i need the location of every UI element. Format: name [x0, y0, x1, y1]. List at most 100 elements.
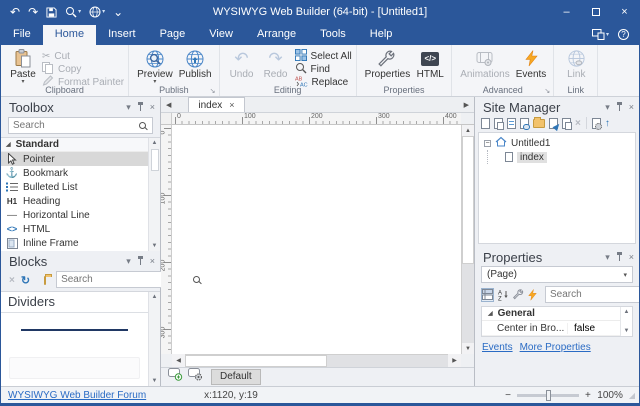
copy-button[interactable]: Copy	[42, 61, 124, 75]
properties-search-input[interactable]	[550, 289, 639, 300]
toolbox-item-inline-frame[interactable]: Inline Frame	[1, 236, 148, 250]
delete-page-icon[interactable]: ×	[575, 118, 581, 129]
zoom-slider-thumb[interactable]	[545, 389, 551, 401]
toolbox-item-pointer[interactable]: Pointer	[1, 152, 148, 166]
zoom-slider[interactable]	[517, 389, 579, 401]
tab-scroll-left-icon[interactable]: ◀	[164, 101, 173, 112]
scroll-right-icon[interactable]: ▶	[448, 354, 461, 367]
toolbox-category-standard[interactable]: ◢ Standard	[1, 138, 148, 152]
minimize-button[interactable]: –	[552, 1, 581, 23]
design-canvas[interactable]	[172, 125, 461, 354]
properties-pin-icon[interactable]	[616, 251, 622, 261]
save-icon[interactable]	[46, 6, 57, 18]
close-button[interactable]: ×	[610, 1, 639, 23]
toolbox-menu-icon[interactable]: ▾	[126, 103, 131, 112]
blocks-menu-icon[interactable]: ▾	[126, 257, 131, 266]
undo-button[interactable]: ↶ Undo	[225, 47, 259, 80]
site-manager-pin-icon[interactable]	[616, 101, 622, 111]
blocks-folder-icon[interactable]	[44, 274, 53, 285]
move-up-icon[interactable]: ↑	[605, 118, 610, 129]
advanced-dialog-launcher-icon[interactable]: ↘	[544, 87, 550, 95]
canvas-horizontal-scrollbar[interactable]: ◀ ▶	[161, 354, 474, 367]
more-properties-link[interactable]: More Properties	[520, 342, 591, 353]
wrench-icon[interactable]	[513, 288, 524, 302]
blocks-close-icon[interactable]: ×	[150, 257, 155, 266]
toolbox-search-input[interactable]	[13, 120, 139, 131]
master-page-icon[interactable]	[507, 117, 516, 129]
preview-icon[interactable]: ▾	[65, 6, 81, 18]
select-all-button[interactable]: Select All	[294, 48, 352, 62]
tab-close-icon[interactable]: ×	[229, 100, 234, 110]
new-sub-page-icon[interactable]	[494, 117, 504, 130]
toolbox-item-bulleted-list[interactable]: Bulleted List	[1, 180, 148, 194]
scroll-left-icon[interactable]: ◀	[172, 354, 185, 367]
scroll-up-icon[interactable]: ▲	[462, 125, 474, 136]
link-button[interactable]: Link	[559, 47, 593, 80]
toolbox-scrollbar[interactable]: ▲ ▼	[148, 138, 160, 251]
maximize-button[interactable]	[581, 1, 610, 23]
tree-item-index[interactable]: index	[479, 150, 635, 164]
publish-icon[interactable]: ▾	[89, 6, 105, 18]
blocks-category-dividers[interactable]: Dividers	[1, 292, 148, 313]
toolbox-item-heading[interactable]: H1 Heading	[1, 194, 148, 208]
help-icon[interactable]: ?	[618, 28, 629, 40]
events-link[interactable]: Events	[482, 342, 513, 353]
toolbox-item-horizontal-line[interactable]: — Horizontal Line	[1, 208, 148, 222]
toolbox-item-html[interactable]: <> HTML	[1, 222, 148, 236]
redo-icon[interactable]: ↷	[28, 6, 38, 18]
toolbox-pin-icon[interactable]	[137, 101, 143, 111]
resize-grip-icon[interactable]: ◢	[629, 391, 635, 400]
blocks-pin-icon[interactable]	[137, 255, 143, 265]
publish-button[interactable]: Publish	[176, 47, 215, 80]
tab-file[interactable]: File	[1, 25, 43, 45]
categorized-view-icon[interactable]	[481, 287, 494, 302]
paste-button[interactable]: Paste ▾	[6, 47, 40, 85]
zoom-out-button[interactable]: −	[505, 390, 511, 401]
scroll-up-icon[interactable]: ▲	[152, 140, 158, 146]
forum-link[interactable]: WYSIWYG Web Builder Forum	[1, 390, 146, 401]
alphabetical-sort-icon[interactable]: AZ	[498, 288, 509, 302]
scroll-thumb[interactable]	[462, 136, 474, 265]
tree-item-root[interactable]: − Untitled1	[479, 136, 635, 150]
tab-scroll-right-icon[interactable]: ▶	[462, 101, 471, 112]
tab-home[interactable]: Home	[42, 25, 97, 45]
scroll-down-icon[interactable]: ▼	[152, 243, 158, 249]
edit-page-icon[interactable]	[549, 117, 558, 129]
publish-dropdown-icon[interactable]: ▾	[102, 9, 105, 15]
properties-scrollbar[interactable]: ▲ ▼	[620, 307, 632, 336]
blocks-refresh-icon[interactable]: ↻	[21, 274, 30, 287]
tab-view[interactable]: View	[197, 25, 245, 45]
scroll-up-icon[interactable]: ▲	[624, 309, 630, 315]
scroll-down-icon[interactable]: ▼	[152, 378, 158, 384]
site-manager-menu-icon[interactable]: ▾	[605, 103, 610, 112]
customize-toolbar-icon[interactable]: ⌄	[113, 6, 123, 18]
scroll-thumb[interactable]	[185, 355, 328, 367]
blocks-scrollbar[interactable]: ▲ ▼	[148, 292, 160, 386]
animations-button[interactable]: Animations	[457, 47, 512, 80]
collapse-box-icon[interactable]: −	[484, 139, 491, 147]
blocks-clear-icon[interactable]: ×	[9, 275, 15, 286]
html-button[interactable]: </> HTML	[413, 47, 447, 80]
responsive-dropdown-icon[interactable]: ▾	[606, 31, 609, 38]
properties-button[interactable]: Properties	[362, 47, 414, 80]
scroll-down-icon[interactable]: ▼	[624, 328, 630, 334]
clone-page-icon[interactable]	[562, 117, 572, 130]
page-tab-index[interactable]: index ×	[188, 97, 245, 112]
section-general[interactable]: ◢ General	[482, 307, 620, 321]
responsive-preview-icon[interactable]: ▾	[591, 28, 609, 40]
redo-button[interactable]: ↷ Redo	[259, 47, 293, 80]
tab-insert[interactable]: Insert	[96, 25, 148, 45]
preview-button[interactable]: Preview ▾	[134, 47, 176, 85]
divider-block-preview[interactable]	[21, 329, 128, 331]
manage-breakpoints-icon[interactable]	[188, 368, 203, 386]
scroll-thumb[interactable]	[151, 149, 159, 171]
cut-button[interactable]: ✂ Cut	[42, 50, 124, 62]
page-link-icon[interactable]	[520, 117, 530, 130]
tab-page[interactable]: Page	[148, 25, 198, 45]
scroll-down-icon[interactable]: ▼	[462, 343, 474, 354]
tab-arrange[interactable]: Arrange	[245, 25, 308, 45]
breakpoint-default-button[interactable]: Default	[211, 369, 261, 385]
events-button[interactable]: Events	[513, 47, 550, 80]
new-page-icon[interactable]	[481, 117, 490, 129]
canvas-vertical-scrollbar[interactable]: ▲ ▼	[461, 125, 474, 354]
